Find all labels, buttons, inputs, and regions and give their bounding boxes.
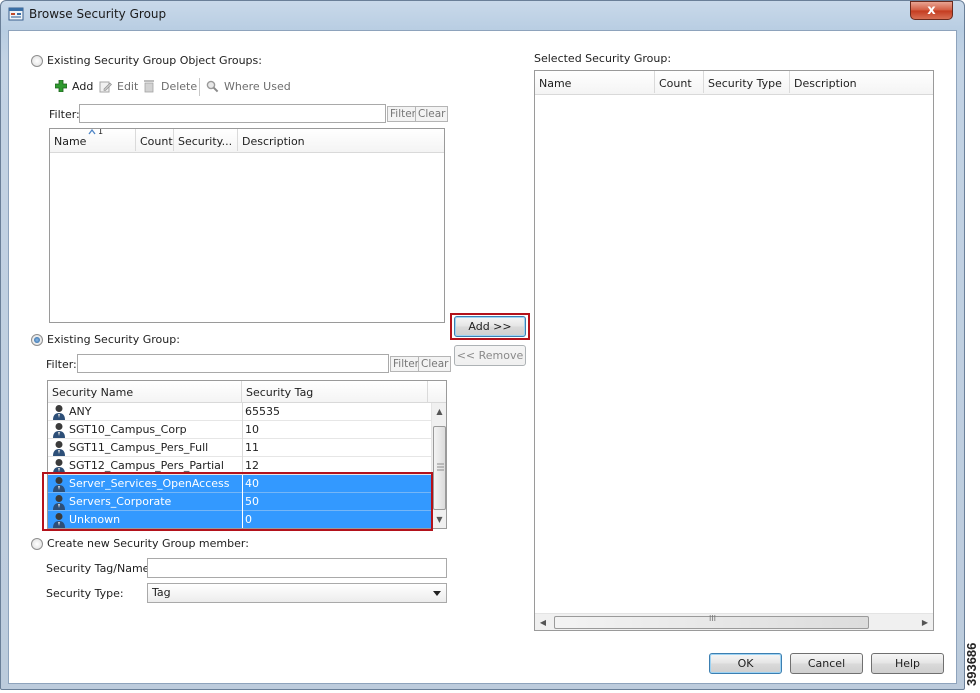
scroll-right-arrow-icon[interactable]: ▶: [917, 614, 933, 630]
vertical-scrollbar[interactable]: ▲ ▼: [431, 403, 446, 528]
chevron-down-icon: [433, 591, 441, 596]
delete-icon: [144, 80, 154, 93]
column-header-security-name[interactable]: Security Name: [48, 381, 242, 403]
scroll-up-arrow-icon[interactable]: ▲: [432, 403, 446, 420]
security-name-cell: SGT11_Campus_Pers_Full: [69, 441, 209, 454]
cell-divider: [242, 439, 243, 457]
column-header-description[interactable]: Description: [790, 71, 933, 93]
cell-divider: [242, 403, 243, 421]
scrollbar-thumb[interactable]: [433, 426, 446, 510]
edit-button[interactable]: Edit: [117, 80, 138, 93]
delete-button[interactable]: Delete: [161, 80, 197, 93]
grip-icon: III: [708, 614, 717, 623]
column-header-count[interactable]: Count: [136, 129, 174, 151]
table-header: Name 1 Count Security... Description: [50, 129, 444, 153]
column-header-description[interactable]: Description: [238, 129, 444, 151]
title-bar[interactable]: Browse Security Group x: [0, 0, 965, 30]
column-header-name[interactable]: Name: [535, 71, 655, 93]
existing-group-filter-label: Filter:: [46, 358, 77, 371]
object-groups-table[interactable]: Name 1 Count Security... Description: [49, 128, 445, 323]
selection-highlight-box: [42, 472, 433, 531]
security-tag-cell: 10: [245, 423, 259, 436]
user-icon: [53, 441, 65, 456]
table-row[interactable]: SGT10_Campus_Corp 10: [48, 421, 431, 439]
security-type-value: Tag: [152, 586, 171, 599]
user-icon: [53, 423, 65, 438]
cancel-button[interactable]: Cancel: [790, 653, 863, 674]
existing-group-filter-input[interactable]: [77, 354, 389, 373]
column-header-security-type[interactable]: Security Type: [704, 71, 790, 93]
object-groups-radio-label: Existing Security Group Object Groups:: [47, 54, 262, 67]
edit-icon: [99, 81, 112, 93]
object-groups-toolbar: Add Edit Delete Where Used: [55, 78, 295, 98]
column-header-security[interactable]: Security...: [174, 129, 238, 151]
object-groups-filter-label: Filter:: [49, 108, 80, 121]
existing-group-radio[interactable]: [31, 334, 43, 346]
object-groups-clear-button[interactable]: Clear: [415, 106, 449, 122]
horizontal-scrollbar[interactable]: ◀ III ▶: [535, 613, 933, 630]
security-name-cell: SGT10_Campus_Corp: [69, 423, 187, 436]
add-button[interactable]: Add: [72, 80, 93, 93]
new-member-radio-label: Create new Security Group member:: [47, 537, 249, 550]
cell-divider: [242, 421, 243, 439]
toolbar-separator: [199, 78, 200, 96]
selected-groups-title: Selected Security Group:: [534, 52, 672, 65]
security-name-cell: ANY: [69, 405, 92, 418]
table-row[interactable]: ANY 65535: [48, 403, 431, 421]
scroll-down-arrow-icon[interactable]: ▼: [432, 511, 446, 528]
where-used-button[interactable]: Where Used: [224, 80, 291, 93]
table-row[interactable]: SGT11_Campus_Pers_Full 11: [48, 439, 431, 457]
column-header-security-tag[interactable]: Security Tag: [242, 381, 428, 403]
security-type-select[interactable]: Tag: [147, 583, 447, 603]
security-type-label: Security Type:: [46, 587, 124, 600]
existing-group-clear-button[interactable]: Clear: [418, 356, 452, 372]
security-tag-name-input[interactable]: [147, 558, 447, 578]
sort-order-indicator: 1: [98, 128, 104, 136]
selected-groups-table[interactable]: Name Count Security Type Description ◀ I…: [534, 70, 934, 631]
table-header: Security Name Security Tag: [48, 381, 446, 403]
column-header-count[interactable]: Count: [655, 71, 704, 93]
add-to-selected-button[interactable]: Add >>: [454, 316, 526, 337]
scrollbar-thumb[interactable]: III: [554, 614, 869, 629]
new-member-radio[interactable]: [31, 538, 43, 550]
table-header: Name Count Security Type Description: [535, 71, 933, 95]
security-tag-cell: 11: [245, 441, 259, 454]
security-tag-cell: 65535: [245, 405, 280, 418]
close-button[interactable]: x: [910, 1, 953, 20]
object-groups-radio[interactable]: [31, 55, 43, 67]
object-groups-filter-input[interactable]: [79, 104, 386, 123]
ok-button[interactable]: OK: [709, 653, 782, 674]
sort-ascending-icon: [88, 129, 96, 135]
security-tag-name-label: Security Tag/Name:: [46, 562, 154, 575]
security-group-window-icon: [8, 7, 24, 21]
add-icon: [55, 80, 67, 92]
remove-from-selected-button[interactable]: << Remove: [454, 345, 526, 366]
scroll-left-arrow-icon[interactable]: ◀: [535, 614, 551, 630]
grip-icon: [437, 463, 444, 471]
window-title: Browse Security Group: [29, 7, 167, 21]
user-icon: [53, 405, 65, 420]
help-button[interactable]: Help: [871, 653, 944, 674]
existing-group-radio-label: Existing Security Group:: [47, 333, 180, 346]
close-icon: x: [927, 3, 936, 18]
figure-id: 393686: [964, 642, 979, 686]
magnifier-icon: [206, 80, 219, 93]
